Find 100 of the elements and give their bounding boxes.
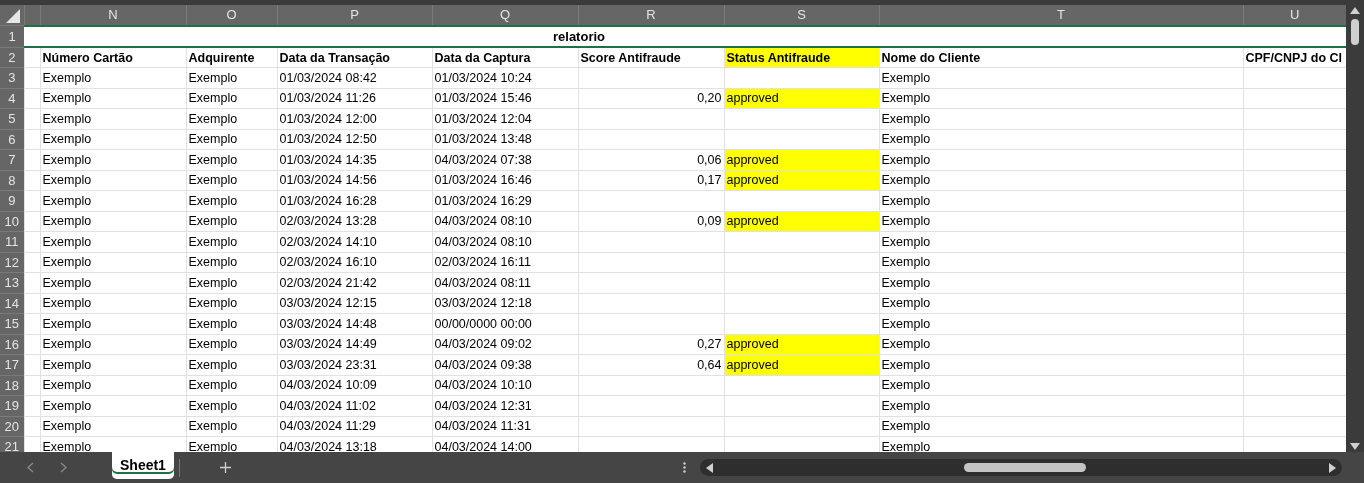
row-header[interactable]: 10 (0, 211, 24, 232)
table-cell: 01/03/2024 12:50 (277, 129, 432, 150)
table-cell: 04/03/2024 11:29 (277, 416, 432, 437)
table-cell: 04/03/2024 11:02 (277, 395, 432, 416)
table-cell: 0,20 (578, 88, 724, 109)
row-header[interactable]: 13 (0, 272, 24, 293)
scroll-left-icon[interactable] (705, 462, 713, 473)
table-cell: 03/03/2024 14:49 (277, 334, 432, 355)
row-header[interactable]: 2 (0, 47, 24, 68)
table-cell: 03/03/2024 23:31 (277, 354, 432, 375)
scrollbar-thumb[interactable] (1351, 19, 1359, 45)
column-title: Data da Transação (277, 47, 432, 68)
table-cell: 04/03/2024 10:10 (432, 375, 578, 396)
more-options-icon[interactable] (682, 462, 686, 473)
row-header[interactable]: 17 (0, 354, 24, 375)
table-cell: Exemplo (40, 252, 186, 273)
scroll-down-icon[interactable] (1350, 443, 1360, 450)
table-cell: Exemplo (186, 375, 277, 396)
add-sheet-icon[interactable] (219, 462, 231, 473)
table-cell: 02/03/2024 16:10 (277, 252, 432, 273)
table-cell: Exemplo (879, 67, 1243, 88)
row-header[interactable]: 6 (0, 129, 24, 150)
table-cell: 01/03/2024 16:28 (277, 190, 432, 211)
table-cell: Exemplo (186, 190, 277, 211)
table-cell: Exemplo (186, 354, 277, 375)
sheet-tab[interactable]: Sheet1 (112, 452, 174, 479)
row-header[interactable]: 14 (0, 293, 24, 314)
row-header[interactable]: 5 (0, 108, 24, 129)
column-header[interactable]: O (186, 5, 277, 26)
row-header[interactable]: 1 (0, 25, 24, 47)
scroll-up-icon[interactable] (1350, 7, 1360, 14)
table-cell: Exemplo (40, 149, 186, 170)
table-cell: Exemplo (879, 149, 1243, 170)
table-cell: 01/03/2024 14:56 (277, 170, 432, 191)
table-cell: 03/03/2024 12:15 (277, 293, 432, 314)
table-cell: Exemplo (879, 395, 1243, 416)
table-cell: Exemplo (40, 88, 186, 109)
scrollbar-thumb[interactable] (963, 463, 1086, 472)
table-cell: Exemplo (879, 211, 1243, 232)
table-cell: Exemplo (186, 416, 277, 437)
table-cell: Exemplo (40, 375, 186, 396)
table-cell: 04/03/2024 07:38 (432, 149, 578, 170)
row-header[interactable]: 16 (0, 334, 24, 355)
horizontal-scrollbar[interactable] (699, 459, 1342, 476)
table-cell: Exemplo (40, 272, 186, 293)
table-cell: Exemplo (879, 252, 1243, 273)
table-cell: Exemplo (40, 293, 186, 314)
column-header[interactable]: Q (432, 5, 578, 26)
column-header[interactable]: R (578, 5, 724, 26)
table-cell: Exemplo (40, 354, 186, 375)
table-cell: Exemplo (186, 67, 277, 88)
table-cell: Exemplo (186, 170, 277, 191)
table-cell: Exemplo (186, 395, 277, 416)
table-cell: Exemplo (186, 108, 277, 129)
row-header[interactable]: 21 (0, 436, 24, 452)
next-sheet-icon[interactable] (60, 462, 67, 473)
table-cell: Exemplo (40, 67, 186, 88)
table-cell: Exemplo (186, 334, 277, 355)
select-all-icon[interactable] (6, 9, 20, 23)
table-cell: 01/03/2024 14:35 (277, 149, 432, 170)
table-cell: 03/03/2024 14:48 (277, 313, 432, 334)
row-header[interactable]: 11 (0, 231, 24, 252)
table-cell: 01/03/2024 11:26 (277, 88, 432, 109)
table-cell: 04/03/2024 09:02 (432, 334, 578, 355)
column-title: Adquirente (186, 47, 277, 68)
column-header[interactable]: T (879, 5, 1243, 26)
row-header[interactable]: 19 (0, 395, 24, 416)
column-title: Score Antifraude (578, 47, 724, 68)
row-header[interactable]: 8 (0, 170, 24, 191)
column-header[interactable]: N (40, 5, 186, 26)
table-cell: Exemplo (186, 231, 277, 252)
table-cell: 0,27 (578, 334, 724, 355)
table-cell: Exemplo (879, 416, 1243, 437)
table-cell: 01/03/2024 08:42 (277, 67, 432, 88)
table-cell: 0,09 (578, 211, 724, 232)
row-header[interactable]: 9 (0, 190, 24, 211)
table-cell: Exemplo (186, 313, 277, 334)
table-cell: Exemplo (879, 231, 1243, 252)
row-header[interactable]: 7 (0, 149, 24, 170)
row-header[interactable]: 4 (0, 88, 24, 109)
previous-sheet-icon[interactable] (27, 462, 34, 473)
table-cell: Exemplo (879, 313, 1243, 334)
table-cell: 00/00/0000 00:00 (432, 313, 578, 334)
table-cell: 02/03/2024 14:10 (277, 231, 432, 252)
table-cell: 01/03/2024 13:48 (432, 129, 578, 150)
column-header[interactable]: S (724, 5, 879, 26)
column-header[interactable]: P (277, 5, 432, 26)
row-header[interactable]: 15 (0, 313, 24, 334)
row-header[interactable]: 12 (0, 252, 24, 273)
table-cell: Exemplo (40, 190, 186, 211)
table-cell: Exemplo (879, 354, 1243, 375)
table-cell: Exemplo (186, 211, 277, 232)
row-header[interactable]: 20 (0, 416, 24, 437)
table-cell: Exemplo (40, 395, 186, 416)
scroll-right-icon[interactable] (1328, 462, 1336, 473)
table-cell: 0,17 (578, 170, 724, 191)
row-header[interactable]: 18 (0, 375, 24, 396)
column-title: Nome do Cliente (879, 47, 1243, 68)
table-cell: Exemplo (879, 293, 1243, 314)
row-header[interactable]: 3 (0, 67, 24, 88)
